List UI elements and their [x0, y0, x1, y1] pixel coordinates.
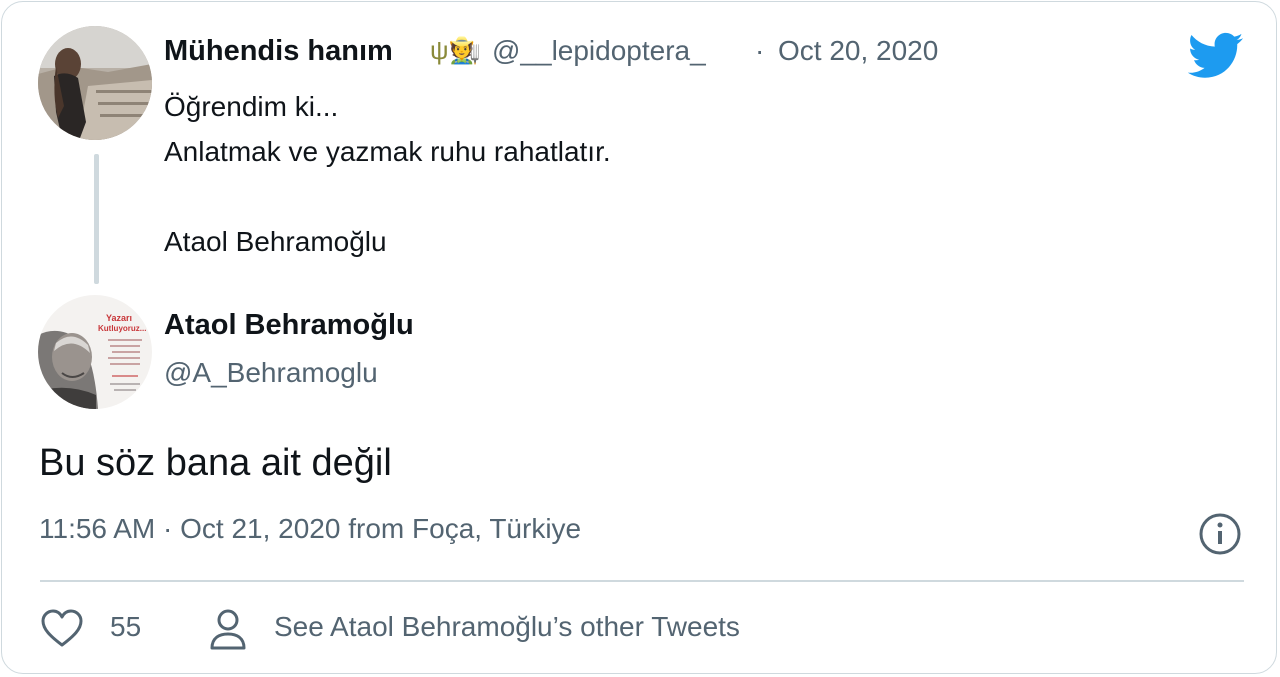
from-label: from [348, 513, 405, 544]
tweet-embed-card: Mühendis hanım ψ🧑‍🌾 @__lepidoptera_ · Oc… [1, 1, 1277, 674]
avatar-text-1: Yazarı [106, 313, 132, 323]
quoted-separator: · [755, 35, 765, 66]
reply-user-avatar[interactable]: Yazarı Kutluyoruz... [38, 295, 152, 409]
tweet-metadata: 11:56 AM · Oct 21, 2020 from Foça, Türki… [39, 513, 581, 545]
meta-separator: · [163, 513, 173, 544]
divider [40, 580, 1244, 582]
thread-connector-line [94, 154, 99, 284]
avatar-text-2: Kutluyoruz... [98, 324, 146, 333]
quoted-line-2: Anlatmak ve yazmak ruhu rahatlatır. [164, 136, 611, 167]
like-count[interactable]: 55 [110, 611, 141, 643]
quoted-tweet-text: Öğrendim ki... Anlatmak ve yazmak ruhu r… [164, 84, 611, 264]
quoted-name-emoji: ψ🧑‍🌾 [430, 35, 481, 65]
info-icon[interactable] [1198, 512, 1242, 556]
tweet-time[interactable]: 11:56 AM [39, 513, 155, 544]
quoted-user-avatar[interactable] [38, 26, 152, 140]
heart-icon [41, 609, 83, 647]
tweet-location[interactable]: Foça, Türkiye [412, 513, 581, 544]
person-icon[interactable] [208, 608, 248, 652]
quoted-line-4: Ataol Behramoğlu [164, 226, 387, 257]
twitter-bird-icon[interactable] [1187, 32, 1244, 80]
quoted-date[interactable]: Oct 20, 2020 [778, 35, 938, 67]
like-button[interactable] [40, 609, 84, 649]
reply-tweet-text: Bu söz bana ait değil [39, 442, 392, 484]
tweet-date[interactable]: Oct 21, 2020 [180, 513, 340, 544]
reply-display-name[interactable]: Ataol Behramoğlu [164, 309, 414, 342]
quoted-line-3 [164, 174, 611, 219]
quoted-handle[interactable]: @__lepidoptera_ [492, 35, 706, 67]
reply-handle[interactable]: @A_Behramoglu [164, 357, 378, 389]
see-other-tweets-link[interactable]: See Ataol Behramoğlu’s other Tweets [274, 611, 740, 643]
quoted-display-name[interactable]: Mühendis hanım [164, 35, 393, 68]
quoted-line-1: Öğrendim ki... [164, 91, 339, 122]
